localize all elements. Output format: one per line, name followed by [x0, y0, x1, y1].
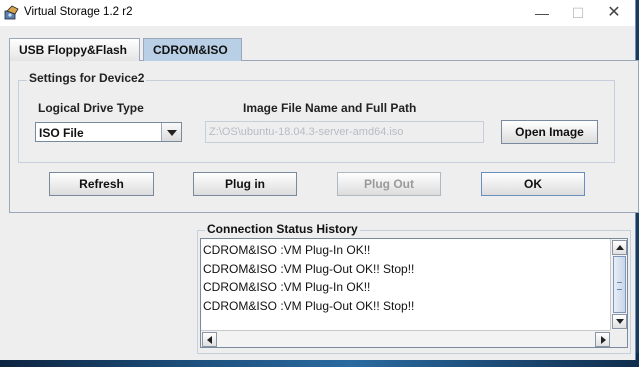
- title-bar[interactable]: Virtual Storage 1.2 r2 — ☐ ✕: [0, 0, 635, 26]
- drive-type-value: ISO File: [39, 126, 84, 140]
- status-line: CDROM&ISO :VM Plug-Out OK!! Stop!!: [203, 262, 415, 276]
- status-line: CDROM&ISO :VM Plug-Out OK!! Stop!!: [203, 299, 415, 313]
- image-path-field: Z:\OS\ubuntu-18.04.3-server-amd64.iso: [205, 121, 484, 143]
- plug-out-button: Plug Out: [337, 172, 441, 196]
- drive-type-label: Logical Drive Type: [38, 101, 144, 115]
- settings-group-title: Settings for Device2: [27, 71, 147, 85]
- chevron-down-icon[interactable]: [161, 123, 181, 141]
- image-path-label: Image File Name and Full Path: [243, 101, 417, 115]
- scroll-left-icon[interactable]: [202, 332, 217, 347]
- scroll-down-icon[interactable]: [612, 314, 627, 329]
- ok-button[interactable]: OK: [481, 172, 585, 196]
- refresh-button[interactable]: Refresh: [49, 172, 154, 196]
- virtual-storage-window: Virtual Storage 1.2 r2 — ☐ ✕ USB Floppy&…: [0, 0, 639, 360]
- status-history-list[interactable]: CDROM&ISO :VM Plug-In OK!! CDROM&ISO :VM…: [200, 238, 628, 348]
- scroll-right-icon[interactable]: [595, 332, 610, 347]
- status-group-title: Connection Status History: [205, 222, 360, 236]
- scroll-corner: [610, 330, 627, 347]
- vertical-scroll-thumb[interactable]: [613, 256, 626, 313]
- scroll-up-icon[interactable]: [612, 240, 627, 255]
- horizontal-scrollbar[interactable]: [201, 330, 611, 347]
- status-line: CDROM&ISO :VM Plug-In OK!!: [203, 243, 371, 257]
- open-image-button[interactable]: Open Image: [501, 120, 598, 144]
- plug-in-button[interactable]: Plug in: [193, 172, 297, 196]
- tab-cdrom-iso[interactable]: CDROM&ISO: [143, 38, 242, 61]
- vertical-scrollbar[interactable]: [610, 239, 627, 330]
- minimize-button[interactable]: —: [524, 0, 560, 26]
- status-line: CDROM&ISO :VM Plug-In OK!!: [203, 280, 371, 294]
- drive-type-select[interactable]: ISO File: [35, 122, 182, 142]
- close-button[interactable]: ✕: [596, 0, 632, 26]
- app-icon: [4, 5, 19, 20]
- window-title: Virtual Storage 1.2 r2: [24, 6, 133, 18]
- maximize-button[interactable]: ☐: [560, 0, 596, 26]
- tab-usb-floppy-flash[interactable]: USB Floppy&Flash: [9, 38, 140, 61]
